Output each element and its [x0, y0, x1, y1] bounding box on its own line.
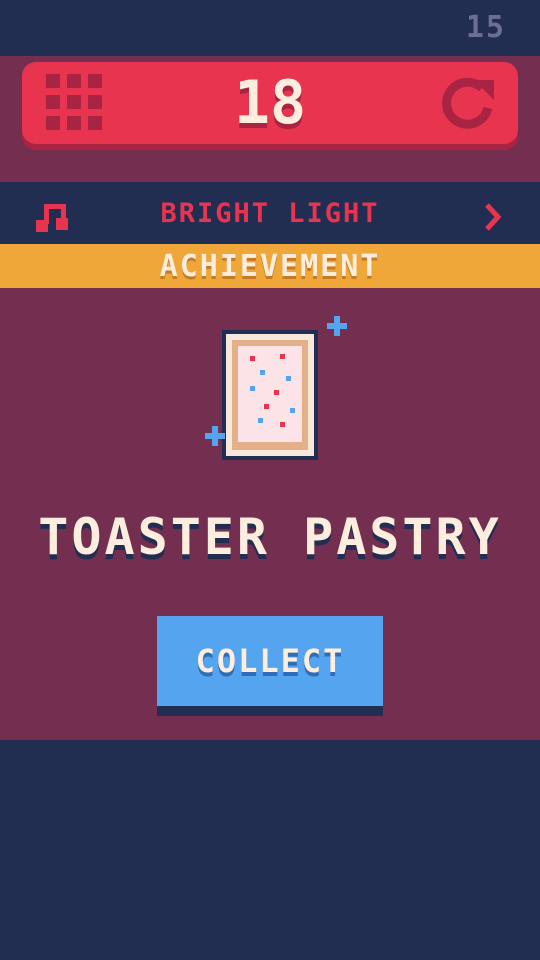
chevron-right-icon[interactable] [484, 202, 502, 232]
collect-button[interactable]: COLLECT [157, 616, 383, 706]
achievement-banner: ACHIEVEMENT [0, 244, 540, 288]
top-bar: 18 BRIGHT LIGHT [0, 56, 540, 232]
toaster-pastry-icon [205, 316, 347, 460]
moves-counter: 15 [465, 10, 506, 45]
achievement-item-name: TOASTER PASTRY [38, 508, 502, 566]
level-pill: 18 [22, 62, 518, 144]
restart-icon[interactable] [438, 74, 496, 132]
track-name: BRIGHT LIGHT [160, 198, 380, 229]
